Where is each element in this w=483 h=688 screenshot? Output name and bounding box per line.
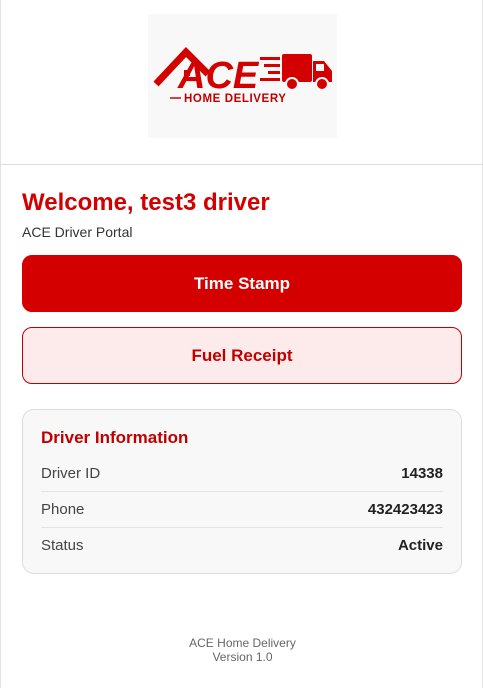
- footer: ACE Home Delivery Version 1.0: [1, 636, 483, 664]
- info-value: Active: [397, 537, 443, 554]
- header: ACE HOME DELIVERY: [1, 0, 482, 165]
- driver-info-card: Driver Information Driver ID 14338 Phone…: [22, 409, 462, 574]
- info-label: Driver ID: [41, 465, 101, 482]
- ace-logo-graphic: ACE HOME DELIVERY: [153, 46, 332, 105]
- info-row-phone: Phone 432423423: [41, 492, 443, 528]
- info-row-driver-id: Driver ID 14338: [41, 456, 443, 492]
- logo-wordmark: ACE: [177, 55, 260, 97]
- portal-subtitle: ACE Driver Portal: [22, 224, 133, 240]
- footer-company: ACE Home Delivery: [189, 636, 296, 650]
- welcome-title: Welcome, test3 driver: [22, 189, 270, 216]
- ace-logo: ACE HOME DELIVERY: [148, 14, 337, 138]
- fuel-receipt-button[interactable]: Fuel Receipt: [22, 327, 462, 384]
- info-value: 432423423: [367, 501, 443, 518]
- info-label: Status: [41, 537, 84, 554]
- delivery-truck-icon: [282, 54, 332, 91]
- info-label: Phone: [41, 501, 85, 518]
- speed-lines: [260, 57, 280, 81]
- driver-info-title: Driver Information: [41, 428, 189, 447]
- app-frame: ACE HOME DELIVERY Welcome, test3 driver …: [0, 0, 483, 688]
- info-value: 14338: [401, 465, 443, 482]
- main-content: Welcome, test3 driver ACE Driver Portal …: [1, 189, 482, 574]
- time-stamp-button[interactable]: Time Stamp: [22, 255, 462, 312]
- info-row-status: Status Active: [41, 528, 443, 563]
- footer-version: Version 1.0: [212, 650, 273, 664]
- logo-tagline: HOME DELIVERY: [184, 93, 287, 105]
